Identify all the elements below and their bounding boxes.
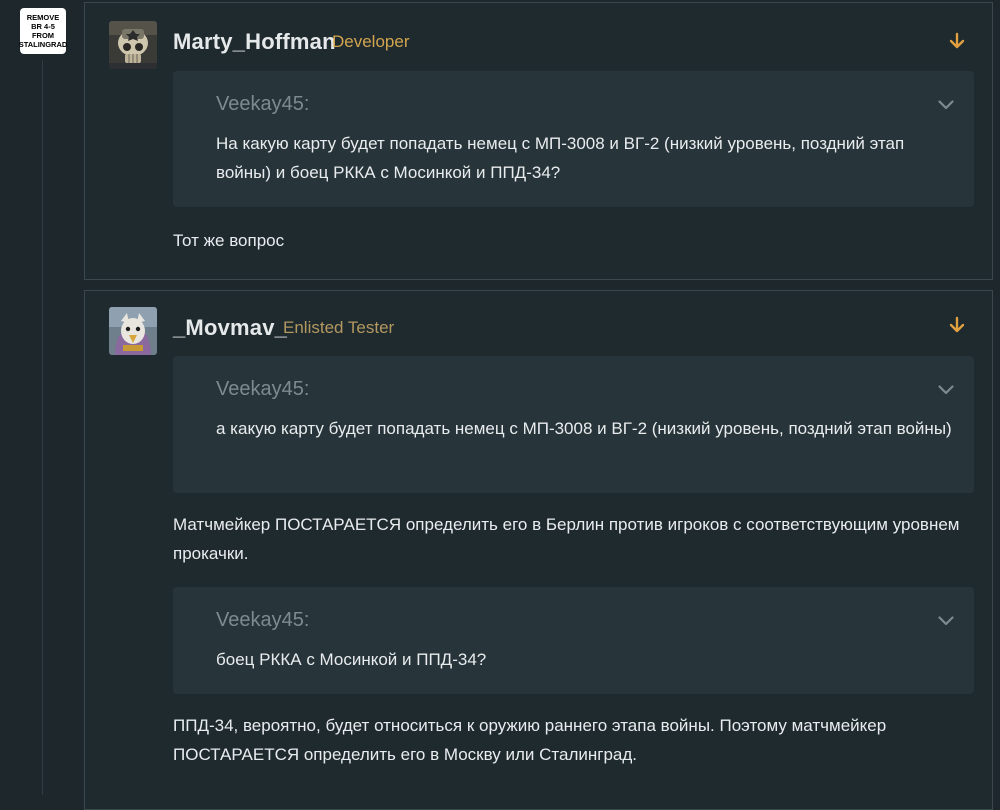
- sidebar-badge[interactable]: REMOVE BR 4-5 FROM STALINGRAD: [18, 8, 68, 54]
- user-role: Enlisted Tester: [283, 318, 395, 337]
- quote-block: Veekay45: На какую карту будет попадать …: [173, 71, 974, 207]
- quote-text: а какую карту будет попадать немец с МП-…: [216, 419, 952, 438]
- jump-to-post-button[interactable]: [946, 30, 968, 52]
- thread-line: [42, 60, 43, 795]
- chevron-down-icon: [938, 616, 954, 626]
- bird-avatar-icon: [109, 307, 157, 355]
- skull-helmet-avatar-icon: [109, 21, 157, 69]
- expand-quote-button[interactable]: [936, 95, 956, 115]
- user-avatar[interactable]: [109, 307, 157, 355]
- user-avatar[interactable]: [109, 21, 157, 69]
- expand-quote-button[interactable]: [936, 380, 956, 400]
- arrow-down-icon: [949, 32, 965, 49]
- badge-line: REMOVE: [26, 13, 60, 22]
- jump-to-post-button[interactable]: [946, 314, 968, 336]
- badge-line: STALINGRAD: [18, 40, 68, 49]
- quote-text: На какую карту будет попадать немец с МП…: [216, 134, 905, 182]
- post: Marty_Hoffman Developer Veekay45: На как…: [84, 2, 993, 280]
- username[interactable]: _Movmav_: [173, 315, 287, 341]
- expand-quote-button[interactable]: [936, 611, 956, 631]
- quote-text: боец РККА с Мосинкой и ППД-34?: [216, 650, 487, 669]
- chevron-down-icon: [938, 100, 954, 110]
- quote-author[interactable]: Veekay45:: [216, 378, 309, 401]
- post-text: ППД-34, вероятно, будет относиться к ору…: [173, 716, 887, 764]
- quote-block: Veekay45: боец РККА с Мосинкой и ППД-34?: [173, 587, 974, 694]
- quote-author[interactable]: Veekay45:: [216, 93, 309, 116]
- post: _Movmav_ Enlisted Tester Veekay45: а как…: [84, 290, 993, 810]
- user-role: Developer: [332, 32, 410, 51]
- badge-line: FROM: [31, 31, 55, 40]
- quote-author[interactable]: Veekay45:: [216, 609, 309, 632]
- badge-line: BR 4-5: [31, 22, 55, 31]
- username[interactable]: Marty_Hoffman: [173, 29, 336, 55]
- post-text: Матчмейкер ПОСТАРАЕТСЯ определить его в …: [173, 515, 960, 563]
- post-text: Тот же вопрос: [173, 231, 285, 250]
- chevron-down-icon: [938, 385, 954, 395]
- arrow-down-icon: [949, 316, 965, 333]
- quote-block: Veekay45: а какую карту будет попадать н…: [173, 356, 974, 493]
